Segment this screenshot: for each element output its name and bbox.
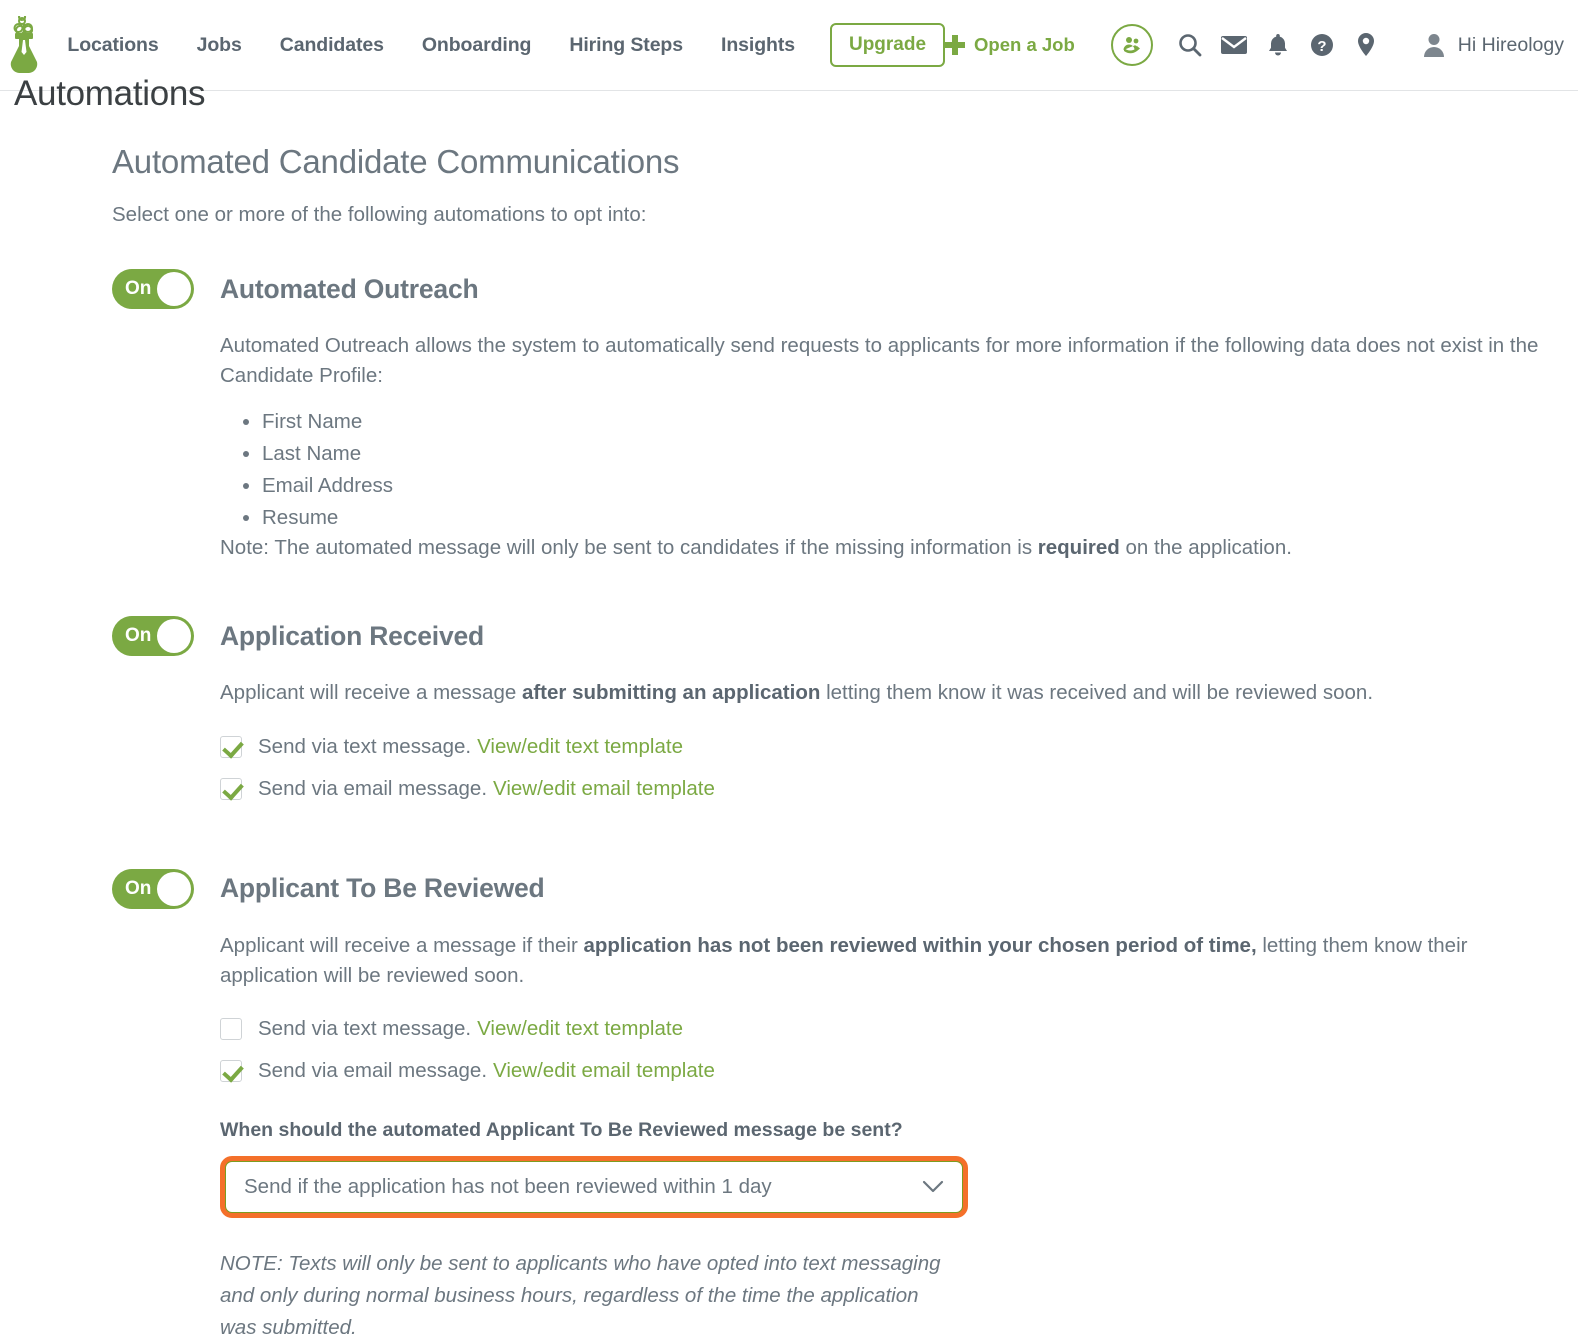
channel-label: Send via text message. — [258, 1017, 472, 1041]
primary-nav-links: Locations Jobs Candidates Onboarding Hir… — [48, 23, 946, 67]
hireology-flask-logo-icon — [10, 16, 38, 73]
view-edit-text-template-link[interactable]: View/edit text template — [477, 1017, 683, 1041]
search-glyph — [1178, 34, 1202, 57]
automation-body: Automated Outreach allows the system to … — [112, 331, 1542, 560]
help-circle-icon[interactable]: ? — [1307, 30, 1337, 60]
toggle-knob — [157, 619, 191, 654]
section-heading: Automated Candidate Communications — [112, 143, 680, 180]
channel-label: Send via email message. — [258, 1059, 488, 1083]
automation-body: Applicant will receive a message after s… — [112, 678, 1542, 800]
messages-envelope-icon[interactable] — [1219, 30, 1249, 60]
desc-prefix: Applicant will receive a message if thei… — [220, 933, 584, 957]
timing-question-label: When should the automated Applicant To B… — [220, 1119, 903, 1142]
automation-header: On Automated Outreach — [112, 269, 1578, 309]
upgrade-button[interactable]: Upgrade — [829, 23, 946, 67]
svg-text:?: ? — [1317, 38, 1326, 55]
nav-link-jobs[interactable]: Jobs — [178, 34, 261, 57]
note-prefix: Note: The automated message will only be… — [220, 536, 1038, 560]
toggle-knob — [157, 871, 191, 906]
avatar-person-icon — [1423, 34, 1444, 57]
text-messaging-note: NOTE: Texts will only be sent to applica… — [220, 1252, 941, 1339]
toggle-knob — [157, 272, 191, 306]
timing-select-value: Send if the application has not been rev… — [244, 1175, 772, 1199]
user-greeting-label: Hi Hireology — [1457, 33, 1564, 56]
nav-link-hiring-steps[interactable]: Hiring Steps — [550, 34, 702, 57]
nav-right-cluster: Open a Job ? Hi Hireology — [945, 24, 1564, 66]
list-item: Resume — [262, 502, 1542, 534]
desc-prefix: Applicant will receive a message — [220, 681, 522, 705]
toggle-applicant-to-be-reviewed[interactable]: On — [112, 868, 194, 909]
note-bold: required — [1037, 536, 1120, 560]
timing-select[interactable]: Send if the application has not been rev… — [225, 1161, 963, 1214]
search-icon[interactable] — [1175, 30, 1205, 60]
checkbox-send-via-text[interactable] — [220, 735, 242, 758]
automation-header: On Applicant To Be Reviewed — [112, 868, 1578, 909]
nav-link-locations[interactable]: Locations — [48, 34, 177, 57]
open-a-job-label: Open a Job — [974, 34, 1075, 55]
required-field-list: First Name Last Name Email Address Resum… — [220, 406, 1542, 535]
channel-options: Send via text message. View/edit text te… — [220, 735, 1542, 801]
checkbox-send-via-email[interactable] — [220, 777, 242, 800]
automation-description: Applicant will receive a message if thei… — [220, 931, 1542, 992]
notifications-bell-icon[interactable] — [1263, 30, 1293, 60]
automation-header: On Application Received — [112, 616, 1578, 657]
desc-bold: application has not been reviewed within… — [583, 933, 1257, 957]
section-subheading: Select one or more of the following auto… — [112, 203, 647, 226]
list-item: First Name — [262, 406, 1542, 438]
nav-link-insights[interactable]: Insights — [702, 34, 814, 57]
automation-application-received: On Application Received Applicant will r… — [112, 616, 1578, 800]
automation-body: Applicant will receive a message if thei… — [112, 931, 1542, 1344]
view-edit-email-template-link[interactable]: View/edit email template — [493, 1059, 715, 1083]
channel-options: Send via text message. View/edit text te… — [220, 1017, 1542, 1083]
checkbox-send-via-text[interactable] — [220, 1018, 242, 1041]
channel-row-email: Send via email message. View/edit email … — [220, 1059, 1542, 1083]
app-logo[interactable] — [0, 16, 48, 74]
channel-label: Send via text message. — [258, 734, 472, 758]
nav-link-candidates[interactable]: Candidates — [261, 34, 403, 57]
automation-title: Applicant To Be Reviewed — [220, 873, 545, 904]
toggle-state-label: On — [125, 877, 152, 899]
open-a-job-button[interactable]: Open a Job — [945, 34, 1075, 56]
automation-title: Automated Outreach — [220, 273, 479, 304]
view-edit-email-template-link[interactable]: View/edit email template — [493, 777, 715, 801]
view-edit-text-template-link[interactable]: View/edit text template — [477, 735, 683, 759]
referrals-icon[interactable] — [1110, 24, 1153, 66]
channel-row-email: Send via email message. View/edit email … — [220, 777, 1542, 801]
automation-description: Automated Outreach allows the system to … — [220, 334, 1539, 388]
nav-link-onboarding[interactable]: Onboarding — [403, 34, 551, 57]
main-content: Automated Candidate Communications Selec… — [0, 91, 1578, 1344]
referrals-people-glyph — [1123, 37, 1140, 54]
chevron-down-icon — [922, 1181, 944, 1193]
note-suffix: on the application. — [1119, 536, 1292, 560]
automation-title: Application Received — [220, 620, 485, 651]
toggle-state-label: On — [125, 625, 152, 647]
desc-suffix: letting them know it was received and wi… — [820, 681, 1374, 705]
bell-glyph — [1268, 34, 1287, 56]
automation-description: Applicant will receive a message after s… — [220, 678, 1542, 708]
toggle-application-received[interactable]: On — [112, 616, 194, 657]
map-pin-glyph — [1357, 33, 1374, 56]
channel-row-text: Send via text message. View/edit text te… — [220, 735, 1542, 759]
page-title: Automations — [14, 74, 206, 113]
question-mark-glyph: ? — [1310, 34, 1333, 56]
automation-applicant-to-be-reviewed: On Applicant To Be Reviewed Applicant wi… — [112, 868, 1578, 1344]
toggle-automated-outreach[interactable]: On — [112, 269, 194, 309]
location-pin-icon[interactable] — [1351, 30, 1381, 60]
plus-icon — [945, 35, 966, 55]
list-item: Last Name — [262, 438, 1542, 470]
desc-bold: after submitting an application — [521, 681, 821, 705]
top-navigation-bar: Locations Jobs Candidates Onboarding Hir… — [0, 0, 1578, 91]
channel-row-text: Send via text message. View/edit text te… — [220, 1017, 1542, 1041]
channel-label: Send via email message. — [258, 776, 488, 800]
automation-automated-outreach: On Automated Outreach Automated Outreach… — [112, 269, 1578, 560]
automation-note: Note: The automated message will only be… — [220, 536, 1542, 560]
envelope-glyph — [1220, 36, 1247, 54]
timing-select-highlight: Send if the application has not been rev… — [220, 1156, 968, 1219]
toggle-state-label: On — [125, 278, 152, 299]
user-menu[interactable]: Hi Hireology — [1421, 32, 1564, 58]
list-item: Email Address — [262, 470, 1542, 502]
checkbox-send-via-email[interactable] — [220, 1060, 242, 1083]
